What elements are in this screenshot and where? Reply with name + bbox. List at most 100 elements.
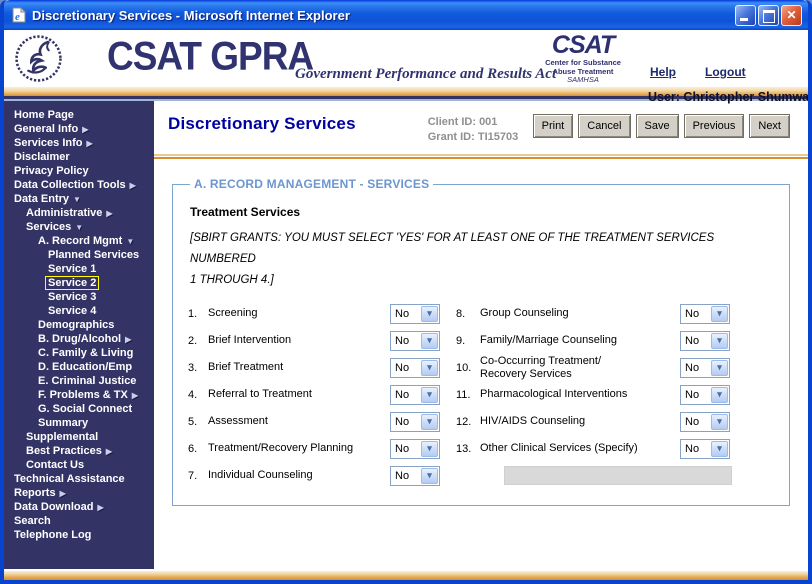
window-title: Discretionary Services - Microsoft Inter… <box>32 8 735 23</box>
next-button[interactable]: Next <box>749 114 790 138</box>
sidebar-item-c-family-living[interactable]: C. Family & Living <box>4 346 154 360</box>
sidebar-item-demographics[interactable]: Demographics <box>4 318 154 332</box>
record-management-section: A. RECORD MANAGEMENT - SERVICES Treatmen… <box>172 177 790 506</box>
sidebar-item-services[interactable]: Services <box>4 220 154 234</box>
sidebar-item-label: A. Record Mgmt <box>38 235 122 247</box>
sidebar-item-privacy-policy[interactable]: Privacy Policy <box>4 164 154 178</box>
sidebar-item-contact-us[interactable]: Contact Us <box>4 458 154 472</box>
service-label: HIV/AIDS Counseling <box>480 415 680 428</box>
sidebar-item-f-problems-tx[interactable]: F. Problems & TX <box>4 388 154 402</box>
select-value: No <box>685 443 699 455</box>
select-value: No <box>395 416 409 428</box>
sidebar-item-label: Home Page <box>14 109 74 121</box>
co-occurring-treatment-select[interactable]: No <box>680 358 730 378</box>
cancel-button[interactable]: Cancel <box>578 114 630 138</box>
sidebar-item-a-record-mgmt[interactable]: A. Record Mgmt <box>4 234 154 248</box>
sidebar-item-label: Services <box>26 221 71 233</box>
help-link[interactable]: Help <box>650 65 676 79</box>
print-button[interactable]: Print <box>533 114 574 138</box>
samhsa-label: SAMHSA <box>540 76 626 84</box>
sidebar-item-service-1[interactable]: Service 1 <box>4 262 154 276</box>
sidebar-item-label: Technical Assistance <box>14 473 125 485</box>
pharmacological-interventions-select[interactable]: No <box>680 385 730 405</box>
logout-link[interactable]: Logout <box>705 65 746 79</box>
sidebar-item-technical-assistance[interactable]: Technical Assistance <box>4 472 154 486</box>
sidebar-item-label: Search <box>14 515 51 527</box>
treatment-services-heading: Treatment Services <box>190 205 777 219</box>
service-label: Other Clinical Services (Specify) <box>480 442 680 455</box>
screening-select[interactable]: No <box>390 304 440 324</box>
sidebar-item-administrative[interactable]: Administrative <box>4 206 154 220</box>
logged-in-user: User: Christopher Shumway <box>648 90 812 104</box>
grant-id: Grant ID: TI15703 <box>428 130 518 145</box>
dropdown-arrow-icon <box>711 360 728 376</box>
treatment-recovery-planning-select[interactable]: No <box>390 439 440 459</box>
service-label: Pharmacological Interventions <box>480 388 680 401</box>
submenu-arrow-icon <box>97 503 103 512</box>
sidebar-item-best-practices[interactable]: Best Practices <box>4 444 154 458</box>
sidebar-item-general-info[interactable]: General Info <box>4 122 154 136</box>
csat-logo-acronym: CSAT <box>540 33 626 58</box>
footer-bar <box>4 569 808 580</box>
other-clinical-services-select[interactable]: No <box>680 439 730 459</box>
sidebar-item-data-entry[interactable]: Data Entry <box>4 192 154 206</box>
sidebar-item-service-3[interactable]: Service 3 <box>4 290 154 304</box>
services-grid: 1. Screening No 8. Group Counseling No 2… <box>188 300 777 489</box>
dropdown-arrow-icon <box>421 414 438 430</box>
sidebar-item-data-download[interactable]: Data Download <box>4 500 154 514</box>
dropdown-arrow-icon <box>421 387 438 403</box>
individual-counseling-select[interactable]: No <box>390 466 440 486</box>
select-value: No <box>395 362 409 374</box>
title-bar: e Discretionary Services - Microsoft Int… <box>4 0 808 30</box>
service-row: 6. Treatment/Recovery Planning No 13. Ot… <box>188 435 777 462</box>
sidebar-item-label: Summary <box>38 417 88 429</box>
app-header: CSAT GPRA Government Performance and Res… <box>4 30 808 87</box>
brief-intervention-select[interactable]: No <box>390 331 440 351</box>
select-value: No <box>395 470 409 482</box>
referral-to-treatment-select[interactable]: No <box>390 385 440 405</box>
dropdown-arrow-icon <box>421 468 438 484</box>
sidebar-item-b-drug-alcohol[interactable]: B. Drug/Alcohol <box>4 332 154 346</box>
service-label: Co-Occurring Treatment/ Recovery Service… <box>480 355 680 381</box>
minimize-button[interactable] <box>735 5 756 26</box>
dropdown-arrow-icon <box>421 360 438 376</box>
service-number: 7. <box>188 470 208 482</box>
group-counseling-select[interactable]: No <box>680 304 730 324</box>
service-label: Brief Intervention <box>208 334 390 347</box>
submenu-arrow-icon <box>125 335 131 344</box>
sidebar-item-telephone-log[interactable]: Telephone Log <box>4 528 154 542</box>
save-button[interactable]: Save <box>636 114 679 138</box>
family-marriage-counseling-select[interactable]: No <box>680 331 730 351</box>
sidebar-item-disclaimer[interactable]: Disclaimer <box>4 150 154 164</box>
sidebar-item-planned-services[interactable]: Planned Services <box>4 248 154 262</box>
sidebar-item-summary[interactable]: Summary <box>4 416 154 430</box>
brief-treatment-select[interactable]: No <box>390 358 440 378</box>
maximize-button[interactable] <box>758 5 779 26</box>
sidebar-item-service-2[interactable]: Service 2 <box>4 276 154 290</box>
close-button[interactable] <box>781 5 802 26</box>
sidebar-item-g-social-connect[interactable]: G. Social Connect <box>4 402 154 416</box>
sidebar-item-home-page[interactable]: Home Page <box>4 108 154 122</box>
service-number: 8. <box>456 308 480 320</box>
hiv-aids-counseling-select[interactable]: No <box>680 412 730 432</box>
submenu-arrow-icon <box>130 181 136 190</box>
sidebar-item-label: Planned Services <box>48 249 139 261</box>
service-label: Brief Treatment <box>208 361 390 374</box>
previous-button[interactable]: Previous <box>684 114 745 138</box>
sidebar-item-supplemental[interactable]: Supplemental <box>4 430 154 444</box>
sidebar-item-services-info[interactable]: Services Info <box>4 136 154 150</box>
sidebar-item-service-4[interactable]: Service 4 <box>4 304 154 318</box>
submenu-arrow-icon <box>106 209 112 218</box>
sidebar-item-d-education-emp[interactable]: D. Education/Emp <box>4 360 154 374</box>
select-value: No <box>395 308 409 320</box>
sidebar-item-search[interactable]: Search <box>4 514 154 528</box>
service-number: 12. <box>456 416 480 428</box>
sidebar-item-data-collection-tools[interactable]: Data Collection Tools <box>4 178 154 192</box>
sidebar-item-label: Disclaimer <box>14 151 70 163</box>
sidebar-item-label: Contact Us <box>26 459 84 471</box>
sidebar-item-reports[interactable]: Reports <box>4 486 154 500</box>
ie-document-icon: e <box>11 7 27 23</box>
assessment-select[interactable]: No <box>390 412 440 432</box>
sidebar-item-e-criminal-justice[interactable]: E. Criminal Justice <box>4 374 154 388</box>
service-number: 2. <box>188 335 208 347</box>
